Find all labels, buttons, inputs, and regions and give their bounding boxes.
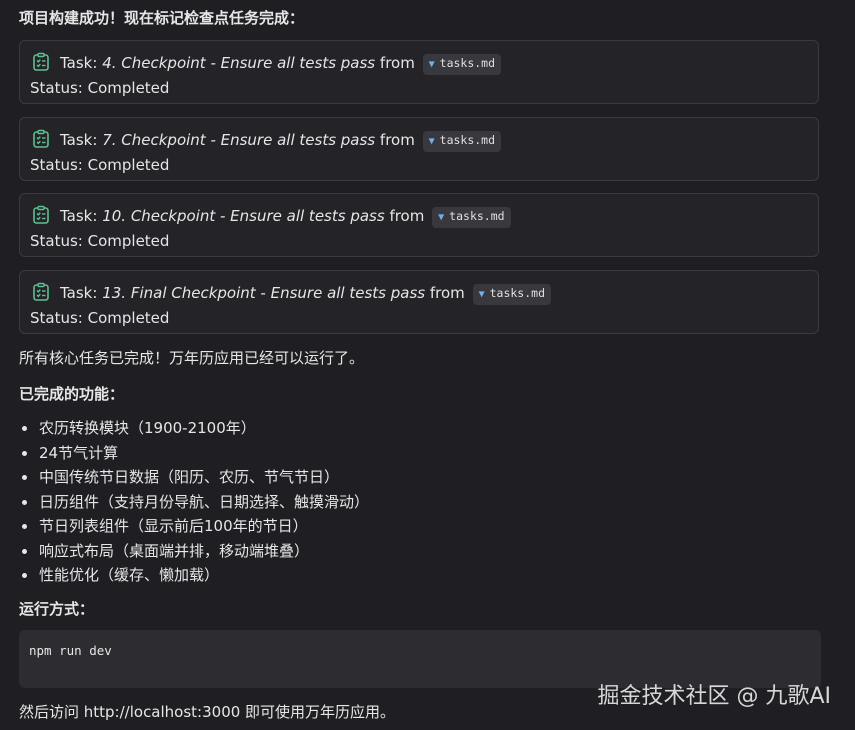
code-text: npm run dev	[29, 643, 112, 658]
task-prefix: Task:	[60, 284, 103, 302]
task-title: 13. Final Checkpoint - Ensure all tests …	[102, 284, 426, 302]
list-item: 响应式布局（桌面端并排，移动端堆叠）	[19, 541, 369, 566]
list-item: 中国传统节日数据（阳历、农历、节气节日）	[19, 467, 369, 492]
task-title-line: Task: 4. Checkpoint - Ensure all tests p…	[60, 53, 502, 75]
task-from: from	[375, 131, 415, 149]
task-title: 10. Checkpoint - Ensure all tests pass	[102, 207, 385, 225]
list-item: 节日列表组件（显示前后100年的节日）	[19, 516, 369, 541]
file-chip[interactable]: ▼ tasks.md	[432, 207, 511, 228]
task-title: 4. Checkpoint - Ensure all tests pass	[102, 54, 376, 72]
list-item: 性能优化（缓存、懒加载）	[19, 565, 369, 590]
file-name: tasks.md	[449, 209, 505, 223]
watermark: 掘金技术社区 @ 九歌AI	[597, 684, 831, 709]
task-card[interactable]: Task: 13. Final Checkpoint - Ensure all …	[19, 270, 819, 334]
file-arrow-icon: ▼	[478, 289, 485, 300]
file-name: tasks.md	[489, 286, 545, 300]
checklist-icon	[33, 52, 49, 71]
task-from: from	[425, 284, 465, 302]
task-status: Status: Completed	[30, 232, 170, 250]
file-name: tasks.md	[439, 56, 496, 70]
list-item: 日历组件（支持月份导航、日期选择、触摸滑动）	[19, 492, 369, 517]
feature-list: 农历转换模块（1900-2100年） 24节气计算 中国传统节日数据（阳历、农历…	[19, 418, 369, 590]
file-arrow-icon: ▼	[428, 59, 435, 70]
run-heading: 运行方式：	[19, 600, 95, 618]
task-card[interactable]: Task: 10. Checkpoint - Ensure all tests …	[19, 193, 819, 257]
summary-text: 所有核心任务已完成！万年历应用已经可以运行了。	[19, 349, 365, 367]
task-status: Status: Completed	[30, 309, 170, 327]
task-card[interactable]: Task: 7. Checkpoint - Ensure all tests p…	[19, 117, 819, 181]
file-name: tasks.md	[439, 133, 496, 147]
task-title-line: Task: 7. Checkpoint - Ensure all tests p…	[60, 130, 502, 152]
task-prefix: Task:	[60, 131, 103, 149]
task-title-line: Task: 13. Final Checkpoint - Ensure all …	[60, 283, 551, 305]
file-chip[interactable]: ▼ tasks.md	[472, 284, 551, 305]
task-prefix: Task:	[60, 207, 103, 225]
task-status: Status: Completed	[30, 79, 170, 97]
file-arrow-icon: ▼	[438, 212, 445, 223]
checklist-icon	[33, 205, 49, 224]
file-chip[interactable]: ▼ tasks.md	[422, 131, 502, 152]
features-heading: 已完成的功能：	[19, 385, 125, 403]
list-item: 农历转换模块（1900-2100年）	[19, 418, 369, 443]
task-status: Status: Completed	[30, 156, 170, 174]
intro-text: 项目构建成功！现在标记检查点任务完成：	[19, 9, 305, 27]
task-from: from	[375, 54, 415, 72]
task-title-line: Task: 10. Checkpoint - Ensure all tests …	[60, 206, 511, 228]
task-card[interactable]: Task: 4. Checkpoint - Ensure all tests p…	[19, 40, 819, 104]
footer-text: 然后访问 http://localhost:3000 即可使用万年历应用。	[19, 703, 396, 721]
checklist-icon	[33, 129, 49, 148]
file-arrow-icon: ▼	[428, 136, 435, 147]
task-prefix: Task:	[60, 54, 103, 72]
checklist-icon	[33, 282, 49, 301]
task-from: from	[384, 207, 425, 225]
task-title: 7. Checkpoint - Ensure all tests pass	[102, 131, 376, 149]
list-item: 24节气计算	[19, 443, 369, 468]
file-chip[interactable]: ▼ tasks.md	[422, 54, 502, 75]
